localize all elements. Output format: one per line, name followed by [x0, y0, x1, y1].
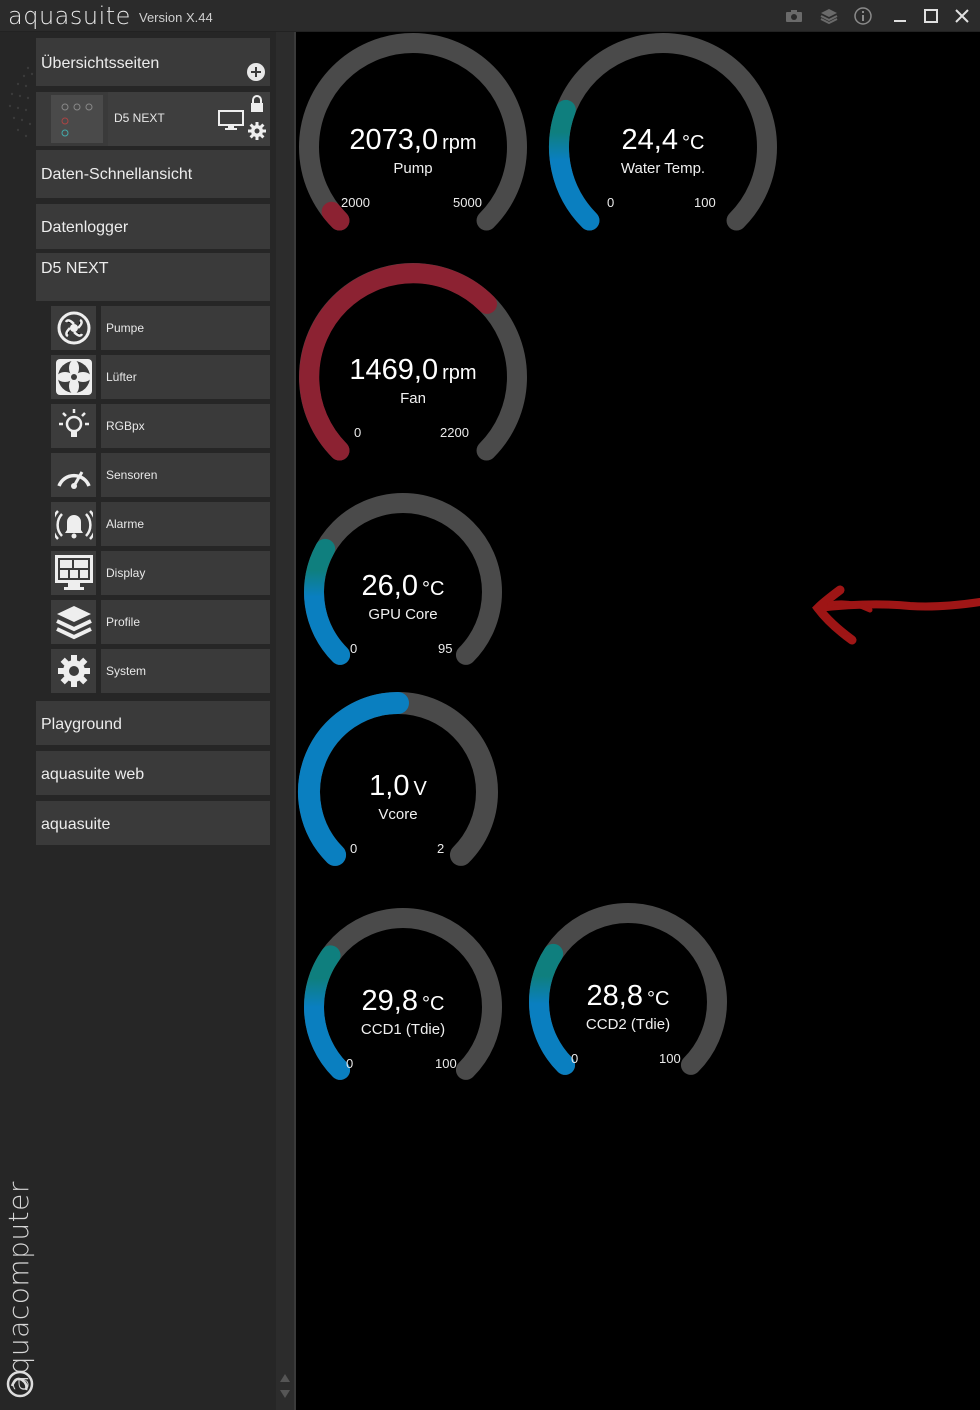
minimize-icon[interactable] [887, 3, 913, 29]
sidebar-item-label: Daten-Schnellansicht [41, 166, 193, 183]
gauge-max: 2 [437, 841, 445, 856]
gauge-ccd2[interactable]: 28,8 °C CCD2 (Tdie) 0 100 [528, 902, 728, 1102]
submenu-item-profile[interactable]: Profile [101, 600, 270, 644]
gauge-fan[interactable]: 1469,0 rpm Fan 0 2200 [298, 262, 528, 492]
gauge-max: 95 [438, 641, 453, 656]
add-page-icon[interactable] [246, 62, 266, 87]
sidebar-item-playground[interactable]: Playground [36, 701, 270, 745]
gauge-min: 0 [607, 195, 615, 210]
gauge-fill [321, 201, 350, 231]
gauge-max: 100 [694, 195, 716, 210]
gauge-pump[interactable]: 2073,0 rpm Pump 2000 5000 [298, 32, 528, 262]
gauge-icon[interactable] [51, 453, 96, 497]
submenu-label: Pumpe [106, 321, 145, 335]
sidebar: Übersichtsseiten D5 NEXT Daten-Schnellan… [0, 32, 296, 1410]
gauge-value: 29,8 °C [361, 985, 445, 1017]
scroll-up-icon[interactable] [280, 1374, 290, 1382]
layers-icon[interactable] [51, 600, 96, 644]
close-icon[interactable] [949, 3, 975, 29]
sidebar-item-aquasuite-web[interactable]: aquasuite web [36, 751, 270, 795]
submenu-item-pumpe[interactable]: Pumpe [101, 306, 270, 350]
sidebar-item-aquasuite[interactable]: aquasuite [36, 801, 270, 845]
gauge-value: 28,8 °C [586, 980, 670, 1012]
gauge-label: CCD1 (Tdie) [360, 1021, 446, 1038]
lightbulb-icon[interactable] [51, 404, 96, 448]
gauge-gpu-core[interactable]: 26,0 °C GPU Core 0 95 [298, 492, 508, 692]
submenu-label: Alarme [106, 517, 145, 531]
gauge-value: 26,0 °C [361, 570, 445, 602]
scroll-down-icon[interactable] [280, 1390, 290, 1398]
gauge-label: Vcore [378, 806, 418, 823]
gauge-value: 1469,0 rpm [349, 354, 477, 386]
gauge-min: 0 [571, 1051, 579, 1066]
sidebar-scrollbar[interactable] [276, 32, 294, 1410]
submenu-label: Profile [106, 615, 141, 629]
submenu-label: System [106, 664, 147, 678]
submenu-item-sensoren[interactable]: Sensoren [101, 453, 270, 497]
submenu-item-display[interactable]: Display [101, 551, 270, 595]
gauge-max: 100 [435, 1056, 457, 1071]
gauge-max: 100 [659, 1051, 681, 1066]
overview-pages-header[interactable]: Übersichtsseiten [36, 38, 270, 86]
alarm-bell-icon[interactable] [51, 502, 96, 546]
gauge-value: 24,4 °C [621, 124, 705, 156]
sidebar-item-label: D5 NEXT [41, 260, 109, 277]
camera-icon[interactable] [781, 3, 807, 29]
gauge-min: 0 [350, 841, 358, 856]
fan-icon[interactable] [51, 355, 96, 399]
gauge-label: Fan [400, 390, 426, 407]
submenu-item-luefter[interactable]: Lüfter [101, 355, 270, 399]
gauge-vcore[interactable]: 1,0 V Vcore 0 2 [298, 692, 498, 892]
overview-page-canvas: 2073,0 rpm Pump 2000 5000 24,4 °C Water Te… [298, 32, 980, 1410]
overview-pages-label: Übersichtsseiten [41, 55, 160, 72]
gauge-label: Water Temp. [620, 160, 706, 177]
gear-icon[interactable] [51, 649, 96, 693]
submenu-item-rgbpx[interactable]: RGBpx [101, 404, 270, 448]
app-title: aquasuite [8, 2, 131, 30]
info-icon[interactable] [850, 3, 876, 29]
submenu-label: RGBpx [106, 419, 145, 433]
brand-logo-text: aquacomputer [2, 1181, 35, 1392]
gauge-max: 2200 [440, 425, 469, 440]
submenu-label: Display [106, 566, 146, 580]
submenu-label: Lüfter [106, 370, 137, 384]
annotation-arrow-icon [812, 585, 980, 645]
gauge-min: 0 [354, 425, 362, 440]
gauge-value: 2073,0 rpm [349, 124, 477, 156]
gauge-min: 0 [350, 641, 358, 656]
title-bar: aquasuite Version X.44 [0, 0, 980, 32]
gauge-label: CCD2 (Tdie) [585, 1016, 671, 1033]
display-icon[interactable] [51, 551, 96, 595]
gauge-label: Pump [393, 160, 433, 177]
brand-logo-icon [6, 1370, 34, 1403]
monitor-icon[interactable] [218, 110, 244, 135]
app-version: Version X.44 [139, 10, 213, 25]
sidebar-item-label: aquasuite [41, 816, 111, 833]
submenu-item-alarme[interactable]: Alarme [101, 502, 270, 546]
sidebar-item-label: Datenlogger [41, 219, 129, 236]
layers-icon[interactable] [816, 3, 842, 29]
decorative-dots [8, 66, 34, 138]
sidebar-item-datenlogger[interactable]: Datenlogger [36, 204, 270, 249]
pump-icon[interactable] [51, 306, 96, 350]
maximize-icon[interactable] [918, 3, 944, 29]
gauge-ccd1[interactable]: 29,8 °C CCD1 (Tdie) 0 100 [303, 907, 503, 1107]
submenu-item-system[interactable]: System [101, 649, 270, 693]
gauge-min: 0 [346, 1056, 354, 1071]
sidebar-item-label: aquasuite web [41, 766, 145, 783]
sidebar-item-label: Playground [41, 716, 122, 733]
gauge-value: 1,0 V [369, 770, 427, 802]
submenu-label: Sensoren [106, 468, 158, 482]
page-settings-gear-icon[interactable] [247, 121, 267, 146]
gauge-min: 2000 [341, 195, 370, 210]
gauge-max: 5000 [453, 195, 482, 210]
gauge-water-temp[interactable]: 24,4 °C Water Temp. 0 100 [548, 32, 778, 262]
gauge-label: GPU Core [368, 606, 438, 623]
sidebar-item-d5next[interactable]: D5 NEXT [36, 253, 270, 301]
overview-page-label: D5 NEXT [114, 111, 165, 125]
sidebar-item-daten-schnellansicht[interactable]: Daten-Schnellansicht [36, 150, 270, 198]
overview-page-d5next[interactable]: D5 NEXT [36, 92, 270, 146]
lock-icon[interactable] [249, 95, 265, 118]
page-thumbnail [51, 95, 103, 143]
